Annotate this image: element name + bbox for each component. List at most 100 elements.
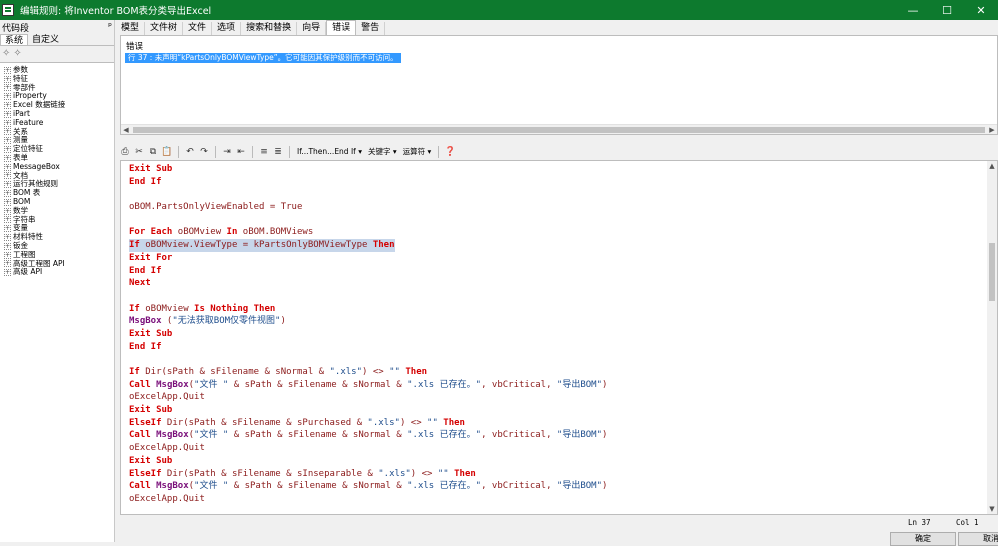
uncomment-icon[interactable]: ≣: [272, 146, 284, 158]
scroll-up-icon[interactable]: ▲: [987, 161, 997, 171]
expand-icon[interactable]: +: [4, 181, 11, 189]
code-line[interactable]: oBOM.PartsOnlyViewEnabled = True: [129, 201, 607, 214]
print-icon[interactable]: ⎙: [119, 146, 131, 158]
editor-vscroll-thumb[interactable]: [989, 243, 995, 301]
close-button[interactable]: ✕: [964, 0, 998, 20]
expand-icon[interactable]: +: [4, 128, 11, 136]
tab-2[interactable]: 文件: [183, 22, 213, 35]
expand-icon[interactable]: +: [4, 93, 11, 101]
scroll-down-icon[interactable]: ▼: [987, 504, 997, 514]
redo-icon[interactable]: ↷: [198, 146, 210, 158]
code-line[interactable]: Exit Sub: [129, 455, 607, 468]
expand-icon[interactable]: +: [4, 207, 11, 215]
code-line[interactable]: End If: [129, 341, 607, 354]
help-icon[interactable]: ❓: [444, 146, 456, 158]
expand-icon[interactable]: +: [4, 225, 11, 233]
code-line[interactable]: Exit Sub: [129, 163, 607, 176]
tree-item[interactable]: + 高级 API: [0, 268, 114, 277]
code-line[interactable]: For Each oBOMview In oBOM.BOMViews: [129, 226, 607, 239]
ok-button[interactable]: 确定: [890, 532, 956, 546]
error-label: 错误: [126, 42, 144, 52]
code-line[interactable]: If oBOMview.ViewType = kPartsOnlyBOMView…: [129, 239, 607, 252]
code-line[interactable]: Call MsgBox("文件 " & sPath & sFilename & …: [129, 429, 607, 442]
tab-7[interactable]: 警告: [356, 22, 386, 35]
error-hscrollbar[interactable]: ◀ ▶: [121, 124, 997, 134]
code-line[interactable]: If Dir(sPath & sFilename & sNormal & ".x…: [129, 366, 607, 379]
code-token: If: [129, 240, 140, 251]
code-line[interactable]: Exit Sub: [129, 404, 607, 417]
tab-6[interactable]: 错误: [326, 20, 357, 35]
code-line[interactable]: [129, 353, 607, 366]
expand-icon[interactable]: +: [4, 260, 11, 268]
expand-icon[interactable]: +: [4, 146, 11, 154]
code-area[interactable]: Exit Sub End If oBOM.PartsOnlyViewEnabled…: [129, 163, 607, 506]
undo-icon[interactable]: ↶: [184, 146, 196, 158]
code-line[interactable]: oExcelApp.Quit: [129, 493, 607, 506]
tab-custom[interactable]: 自定义: [28, 34, 63, 45]
minimize-button[interactable]: —: [896, 0, 930, 20]
expand-icon[interactable]: +: [4, 216, 11, 224]
error-message[interactable]: 行 37 : 未声明“kPartsOnlyBOMViewType”。它可能因其保…: [125, 53, 401, 63]
expand-icon[interactable]: +: [4, 75, 11, 83]
scroll-right-icon[interactable]: ▶: [987, 125, 997, 135]
cancel-button[interactable]: 取消: [958, 532, 998, 546]
copy-icon[interactable]: ⧉: [147, 146, 159, 158]
expand-icon[interactable]: +: [4, 110, 11, 118]
code-line[interactable]: Call MsgBox("文件 " & sPath & sFilename & …: [129, 379, 607, 392]
tab-5[interactable]: 向导: [297, 22, 327, 35]
code-line[interactable]: [129, 188, 607, 201]
add-snippet-icon[interactable]: ✧: [2, 48, 10, 59]
scroll-left-icon[interactable]: ◀: [121, 125, 131, 135]
expand-icon[interactable]: +: [4, 163, 11, 171]
code-line[interactable]: oExcelApp.Quit: [129, 391, 607, 404]
expand-icon[interactable]: +: [4, 234, 11, 242]
expand-icon[interactable]: +: [4, 137, 11, 145]
snippet-dropdown[interactable]: If...Then...End If ▾: [295, 147, 364, 156]
expand-icon[interactable]: +: [4, 102, 11, 110]
cut-icon[interactable]: ✂: [133, 146, 145, 158]
expand-icon[interactable]: +: [4, 84, 11, 92]
operator-dropdown[interactable]: 运算符 ▾: [401, 146, 434, 157]
code-line[interactable]: Next: [129, 277, 607, 290]
code-token: Then: [443, 417, 465, 428]
expand-icon[interactable]: +: [4, 198, 11, 206]
code-line[interactable]: [129, 214, 607, 227]
tab-1[interactable]: 文件树: [145, 22, 184, 35]
tab-0[interactable]: 模型: [116, 22, 146, 35]
code-editor[interactable]: Exit Sub End If oBOM.PartsOnlyViewEnabled…: [120, 160, 998, 515]
code-line[interactable]: ElseIf Dir(sPath & sFilename & sPurchase…: [129, 417, 607, 430]
code-line[interactable]: [129, 290, 607, 303]
code-line[interactable]: ElseIf Dir(sPath & sFilename & sInsepara…: [129, 468, 607, 481]
maximize-button[interactable]: ☐: [930, 0, 964, 20]
code-token: oBOMview: [172, 227, 227, 238]
expand-icon[interactable]: +: [4, 66, 11, 74]
edit-snippet-icon[interactable]: ✧: [13, 48, 21, 59]
paste-icon[interactable]: 📋: [161, 146, 173, 158]
code-token: & sPath & sFilename & sNormal &: [228, 379, 408, 390]
code-line[interactable]: Exit Sub: [129, 328, 607, 341]
tab-4[interactable]: 搜索和替换: [241, 22, 298, 35]
indent-icon[interactable]: ⇥: [221, 146, 233, 158]
code-line[interactable]: End If: [129, 176, 607, 189]
error-hscroll-thumb[interactable]: [133, 127, 985, 133]
pin-icon[interactable]: ᵖ: [108, 22, 112, 32]
code-line[interactable]: oExcelApp.Quit: [129, 442, 607, 455]
expand-icon[interactable]: +: [4, 251, 11, 259]
tab-system[interactable]: 系统: [0, 34, 29, 46]
comment-icon[interactable]: ≡: [258, 146, 270, 158]
expand-icon[interactable]: +: [4, 190, 11, 198]
code-line[interactable]: Exit For: [129, 252, 607, 265]
expand-icon[interactable]: +: [4, 242, 11, 250]
tab-3[interactable]: 选项: [212, 22, 242, 35]
expand-icon[interactable]: +: [4, 119, 11, 127]
expand-icon[interactable]: +: [4, 172, 11, 180]
code-line[interactable]: MsgBox ("无法获取BOM仅零件视图"): [129, 315, 607, 328]
editor-vscrollbar[interactable]: ▲ ▼: [987, 161, 997, 514]
outdent-icon[interactable]: ⇤: [235, 146, 247, 158]
code-line[interactable]: End If: [129, 265, 607, 278]
expand-icon[interactable]: +: [4, 269, 11, 277]
code-line[interactable]: If oBOMview Is Nothing Then: [129, 303, 607, 316]
expand-icon[interactable]: +: [4, 154, 11, 162]
code-line[interactable]: Call MsgBox("文件 " & sPath & sFilename & …: [129, 480, 607, 493]
keyword-dropdown[interactable]: 关键字 ▾: [366, 146, 399, 157]
